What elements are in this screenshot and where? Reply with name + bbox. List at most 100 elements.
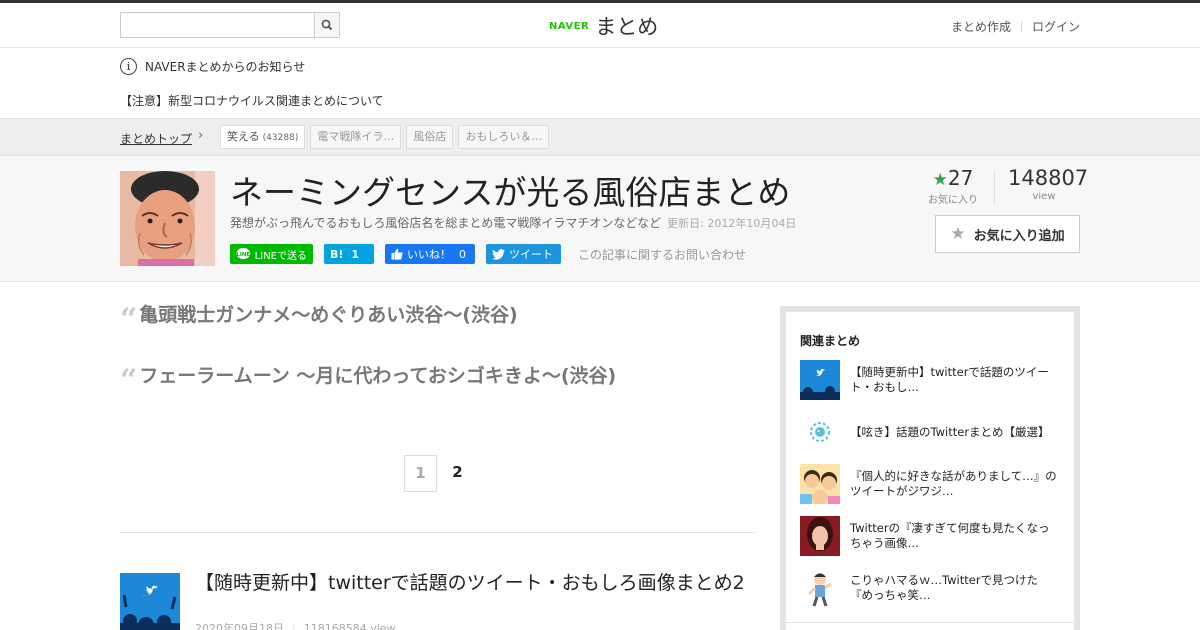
content-heading-text: フェーラームーン ～月に代わっておシゴキきよ～(渋谷) xyxy=(139,365,617,387)
related-sidebar: 関連まとめ 【随時更新中】twitterで話題のツイート・おもし… 【呟き】話題… xyxy=(780,306,1080,630)
star-icon: ★ xyxy=(932,170,948,190)
star-icon: ★ xyxy=(950,224,966,244)
top-navigation-bar: NAVER まとめ まとめ作成 ログイン xyxy=(0,0,1200,48)
top-links: まとめ作成 ログイン xyxy=(951,18,1080,35)
avatar-illustration xyxy=(120,171,215,266)
search-box xyxy=(120,12,340,38)
add-favorite-label: お気に入り追加 xyxy=(973,228,1065,244)
related-item-title: こりゃハマるｗ…Twitterで見つけた『めっちゃ笑… xyxy=(850,573,1039,602)
tag-count: (43288) xyxy=(262,133,299,143)
related-item-title: 【呟き】話題のTwitterまとめ【厳選】 xyxy=(850,424,1050,439)
next-matome-date: 2020年09月18日 xyxy=(195,622,284,630)
description-text: 発想がぶっ飛んでるおもしろ風俗店名を総まとめ電マ戦隊イラマチオンなどなど xyxy=(230,216,662,230)
meta-divider: | xyxy=(292,622,296,630)
chevron-right-icon: › xyxy=(198,128,204,143)
related-thumbnail xyxy=(800,360,840,400)
inquiry-link[interactable]: この記事に関するお問い合わせ xyxy=(578,246,746,263)
article-title: ネーミングセンスが光る風俗店まとめ xyxy=(230,173,791,212)
views-stat: 148807 view xyxy=(1008,166,1088,202)
tag-list: 笑える (43288) 電マ戦隊イラ… 風俗店 おもしろい＆… xyxy=(220,125,550,149)
tag-label: 笑える xyxy=(227,130,260,143)
related-title: 関連まとめ xyxy=(800,334,861,348)
related-item[interactable]: 【随時更新中】twitterで話題のツイート・おもし… xyxy=(800,360,1060,400)
tweet-label: ツイート xyxy=(509,248,553,261)
facebook-like-label: いいね！ xyxy=(407,248,451,261)
tweet-button[interactable]: ツイート xyxy=(486,244,561,264)
share-buttons: LINE LINEで送る B! 1 いいね！ 0 ツイート この記事に関するお問… xyxy=(230,244,746,264)
content-heading-text: 亀頭戦士ガンナメ～めぐりあい渋谷～(渋谷) xyxy=(139,304,518,326)
tag-label: おもしろい＆… xyxy=(465,130,543,143)
hatena-bookmark-button[interactable]: B! 1 xyxy=(324,244,374,264)
logo-matome-text: まとめ xyxy=(595,15,659,39)
illustration-image xyxy=(800,464,840,504)
favorites-label: お気に入り xyxy=(928,195,978,206)
tag-label: 電マ戦隊イラ… xyxy=(317,130,395,143)
article-stats: ★27 お気に入り 148807 view xyxy=(928,166,1088,206)
related-item[interactable]: 【呟き】話題のTwitterまとめ【厳選】 xyxy=(800,412,1060,452)
updated-date: 更新日: 2012年10月04日 xyxy=(667,217,797,230)
related-item[interactable]: Twitterの『凄すぎて何度も見たくなっちゃう画像… xyxy=(800,516,1060,556)
pagination: 1 2 xyxy=(404,455,474,492)
logo-naver-text: NAVER xyxy=(549,20,590,32)
favorites-stat: ★27 お気に入り xyxy=(928,166,978,206)
related-item[interactable]: 『個人的に好きな話がありまして…』のツイートがジワジ… xyxy=(800,464,1060,504)
stats-divider xyxy=(994,170,995,204)
related-item-title: 『個人的に好きな話がありまして…』のツイートがジワジ… xyxy=(850,469,1057,498)
sidebar-divider xyxy=(786,622,1074,623)
tag-label: 風俗店 xyxy=(413,130,447,143)
line-icon: LINE xyxy=(236,248,251,260)
article-description: 発想がぶっ飛んでるおもしろ風俗店名を総まとめ電マ戦隊イラマチオンなどなど 更新日:… xyxy=(230,214,796,231)
next-matome-thumbnail[interactable] xyxy=(120,573,180,630)
content-heading: “フェーラームーン ～月に代わっておシゴキきよ～(渋谷) xyxy=(120,361,616,398)
search-button[interactable] xyxy=(314,13,339,37)
info-icon: i xyxy=(120,58,137,75)
related-thumbnail xyxy=(800,568,840,608)
page-current: 1 xyxy=(404,455,437,492)
facebook-like-button[interactable]: いいね！ 0 xyxy=(385,244,475,264)
quote-icon: “ xyxy=(120,302,138,337)
tag-item[interactable]: おもしろい＆… xyxy=(458,125,550,149)
link-divider xyxy=(1020,20,1022,33)
bird-logo-image xyxy=(800,412,840,452)
line-share-button[interactable]: LINE LINEで送る xyxy=(230,244,313,264)
svg-text:LINE: LINE xyxy=(236,252,250,258)
hatena-count: 1 xyxy=(351,247,360,261)
content-heading: “亀頭戦士ガンナメ～めぐりあい渋谷～(渋谷) xyxy=(120,300,518,337)
next-matome-meta: 2020年09月18日 | 118168584 view xyxy=(195,620,396,630)
facebook-like-count: 0 xyxy=(459,247,466,261)
tag-item[interactable]: 風俗店 xyxy=(406,125,454,149)
notice-area: i NAVERまとめからのお知らせ 【注意】新型コロナウイルス関連まとめについて xyxy=(0,48,1200,118)
tag-item[interactable]: 笑える (43288) xyxy=(220,125,306,149)
twitter-thumbnail-image xyxy=(120,573,180,630)
view-label: view xyxy=(1032,191,1056,202)
create-matome-link[interactable]: まとめ作成 xyxy=(951,18,1011,35)
naver-matome-logo[interactable]: NAVER まとめ xyxy=(549,11,658,41)
next-matome-title[interactable]: 【随時更新中】twitterで話題のツイート・おもしろ画像まとめ2 xyxy=(195,572,755,595)
next-matome-views: 118168584 view xyxy=(303,622,396,630)
line-share-label: LINEで送る xyxy=(254,250,307,262)
notice-heading-text: NAVERまとめからのお知らせ xyxy=(145,60,306,74)
login-link[interactable]: ログイン xyxy=(1032,18,1080,35)
page-link[interactable]: 2 xyxy=(441,455,474,492)
breadcrumb-top-link[interactable]: まとめトップ xyxy=(120,130,192,147)
search-icon xyxy=(321,19,333,31)
breadcrumb: まとめトップ › 笑える (43288) 電マ戦隊イラ… 風俗店 おもしろい＆… xyxy=(0,118,1200,156)
add-favorite-button[interactable]: ★ お気に入り追加 xyxy=(935,215,1080,253)
portrait-image xyxy=(800,516,840,556)
hatena-icon: B! xyxy=(330,247,344,261)
related-item[interactable]: こりゃハマるｗ…Twitterで見つけた『めっちゃ笑… xyxy=(800,568,1060,608)
related-item-title: Twitterの『凄すぎて何度も見たくなっちゃう画像… xyxy=(850,521,1050,550)
twitter-thumbnail-image xyxy=(800,360,840,400)
related-thumbnail xyxy=(800,464,840,504)
view-count: 148807 xyxy=(1008,166,1089,190)
notice-item-link[interactable]: 【注意】新型コロナウイルス関連まとめについて xyxy=(120,92,384,109)
article-header: ネーミングセンスが光る風俗店まとめ 発想がぶっ飛んでるおもしろ風俗店名を総まとめ… xyxy=(0,156,1200,282)
search-input[interactable] xyxy=(121,13,315,37)
notice-heading: i NAVERまとめからのお知らせ xyxy=(120,58,305,75)
author-avatar[interactable] xyxy=(120,171,215,266)
quote-icon: “ xyxy=(120,363,138,398)
twitter-bird-icon xyxy=(492,248,505,260)
tag-item[interactable]: 電マ戦隊イラ… xyxy=(310,125,402,149)
content-divider xyxy=(120,532,755,533)
favorites-count: 27 xyxy=(947,166,974,190)
